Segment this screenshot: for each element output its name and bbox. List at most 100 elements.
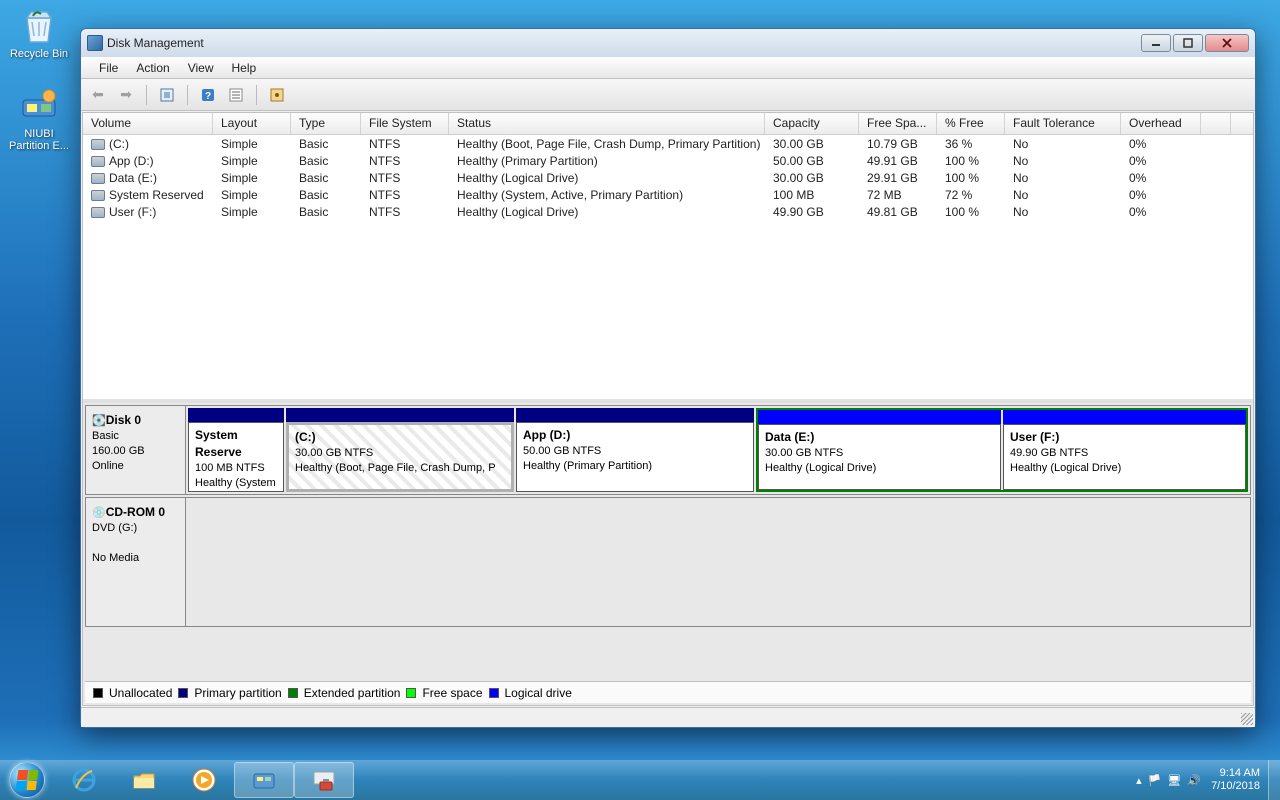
- col-spare[interactable]: [1201, 113, 1231, 134]
- toolbar-separator: [256, 85, 257, 105]
- desktop-icons: Recycle Bin NIUBI Partition E...: [4, 4, 74, 164]
- col-status[interactable]: Status: [449, 113, 765, 134]
- toolbar: ⬅ ➡ ?: [81, 79, 1255, 111]
- cdrom-row[interactable]: 💿CD-ROM 0 DVD (G:) No Media: [85, 497, 1251, 627]
- tray-time: 9:14 AM: [1211, 767, 1260, 780]
- disk-management-window: Disk Management File Action View Help ⬅ …: [80, 28, 1256, 728]
- tray-volume-icon[interactable]: 🔊: [1187, 774, 1201, 787]
- disk-0-row[interactable]: 💽Disk 0 Basic 160.00 GB Online System Re…: [85, 405, 1251, 495]
- toolbar-separator: [187, 85, 188, 105]
- forward-button[interactable]: ➡: [115, 84, 137, 106]
- refresh-button[interactable]: [156, 84, 178, 106]
- tray-chevron-up-icon[interactable]: ▴: [1136, 774, 1142, 787]
- taskbar-ie[interactable]: [54, 760, 114, 800]
- diskmgmt-icon: [250, 766, 278, 794]
- partition-user-f[interactable]: User (F:)49.90 GB NTFSHealthy (Logical D…: [1003, 410, 1246, 490]
- volume-row[interactable]: App (D:)SimpleBasicNTFSHealthy (Primary …: [83, 152, 1253, 169]
- taskbar-diskmgmt[interactable]: [234, 762, 294, 798]
- disk-map: 💽Disk 0 Basic 160.00 GB Online System Re…: [83, 403, 1253, 705]
- arrow-left-icon: ⬅: [92, 86, 104, 103]
- tray-clock[interactable]: 9:14 AM 7/10/2018: [1207, 767, 1260, 793]
- list-icon: [228, 87, 244, 103]
- tray-flag-icon[interactable]: 🏳️: [1148, 774, 1162, 787]
- maximize-button[interactable]: [1173, 34, 1203, 52]
- taskbar: ▴ 🏳️ 🖥 🔊 9:14 AM 7/10/2018: [0, 760, 1280, 800]
- drive-icon: [91, 207, 105, 218]
- volume-row[interactable]: Data (E:)SimpleBasicNTFSHealthy (Logical…: [83, 169, 1253, 186]
- cdrom-icon: 💿: [92, 507, 106, 519]
- close-button[interactable]: [1205, 34, 1249, 52]
- legend-swatch-free: [406, 688, 416, 698]
- properties-button[interactable]: [225, 84, 247, 106]
- start-button[interactable]: [0, 760, 54, 800]
- col-pct[interactable]: % Free: [937, 113, 1005, 134]
- cdrom-label: 💿CD-ROM 0 DVD (G:) No Media: [86, 498, 186, 626]
- menu-view[interactable]: View: [180, 59, 222, 77]
- col-type[interactable]: Type: [291, 113, 361, 134]
- volume-list[interactable]: Volume Layout Type File System Status Ca…: [83, 113, 1253, 403]
- menu-file[interactable]: File: [91, 59, 126, 77]
- col-capacity[interactable]: Capacity: [765, 113, 859, 134]
- col-volume[interactable]: Volume: [83, 113, 213, 134]
- menubar: File Action View Help: [81, 57, 1255, 79]
- partition-header: [188, 408, 284, 422]
- settings-button[interactable]: [266, 84, 288, 106]
- partition-system-reserved[interactable]: System Reserve100 MB NTFSHealthy (System: [188, 408, 284, 492]
- content-area: Volume Layout Type File System Status Ca…: [82, 112, 1254, 706]
- legend-swatch-primary: [178, 688, 188, 698]
- menu-action[interactable]: Action: [128, 59, 177, 77]
- folder-icon: [130, 766, 158, 794]
- col-layout[interactable]: Layout: [213, 113, 291, 134]
- disk-icon: 💽: [92, 415, 106, 427]
- partition-header: [286, 408, 514, 422]
- tray-network-icon[interactable]: 🖥: [1167, 774, 1181, 787]
- extended-partition: Data (E:)30.00 GB NTFSHealthy (Logical D…: [756, 408, 1248, 492]
- volume-row[interactable]: User (F:)SimpleBasicNTFSHealthy (Logical…: [83, 203, 1253, 220]
- gear-icon: [269, 87, 285, 103]
- volume-row[interactable]: System ReservedSimpleBasicNTFSHealthy (S…: [83, 186, 1253, 203]
- partition-header: [1003, 410, 1246, 424]
- drive-icon: [91, 173, 105, 184]
- refresh-icon: [159, 87, 175, 103]
- partition-header: [516, 408, 754, 422]
- taskbar-explorer[interactable]: [114, 760, 174, 800]
- desktop-icon-niubi[interactable]: NIUBI Partition E...: [4, 84, 74, 154]
- taskbar-niubi[interactable]: [294, 762, 354, 798]
- legend: Unallocated Primary partition Extended p…: [85, 681, 1251, 703]
- menu-help[interactable]: Help: [224, 59, 265, 77]
- back-button[interactable]: ⬅: [87, 84, 109, 106]
- legend-swatch-unallocated: [93, 688, 103, 698]
- taskbar-wmplayer[interactable]: [174, 760, 234, 800]
- help-button[interactable]: ?: [197, 84, 219, 106]
- legend-swatch-logical: [489, 688, 499, 698]
- app-icon: [87, 35, 103, 51]
- tray-date: 7/10/2018: [1211, 780, 1260, 793]
- toolbar-separator: [146, 85, 147, 105]
- arrow-right-icon: ➡: [120, 86, 132, 103]
- col-fs[interactable]: File System: [361, 113, 449, 134]
- col-oh[interactable]: Overhead: [1121, 113, 1201, 134]
- niubi-icon: [19, 86, 59, 126]
- drive-icon: [91, 156, 105, 167]
- disk-0-label: 💽Disk 0 Basic 160.00 GB Online: [86, 406, 186, 494]
- disk-0-partitions: System Reserve100 MB NTFSHealthy (System…: [186, 406, 1250, 494]
- drive-icon: [91, 190, 105, 201]
- desktop-icon-recycle-bin[interactable]: Recycle Bin: [4, 4, 74, 74]
- partition-app-d[interactable]: App (D:)50.00 GB NTFSHealthy (Primary Pa…: [516, 408, 754, 492]
- statusbar: [81, 707, 1255, 727]
- window-title: Disk Management: [107, 36, 204, 50]
- partition-c[interactable]: (C:)30.00 GB NTFSHealthy (Boot, Page Fil…: [286, 408, 514, 492]
- titlebar[interactable]: Disk Management: [81, 29, 1255, 57]
- partition-data-e[interactable]: Data (E:)30.00 GB NTFSHealthy (Logical D…: [758, 410, 1001, 490]
- col-ft[interactable]: Fault Tolerance: [1005, 113, 1121, 134]
- show-desktop-button[interactable]: [1268, 760, 1280, 800]
- col-free[interactable]: Free Spa...: [859, 113, 937, 134]
- desktop-icon-label: NIUBI Partition E...: [6, 128, 72, 152]
- help-icon: ?: [200, 87, 216, 103]
- cdrom-partitions: [186, 498, 1250, 626]
- svg-text:?: ?: [205, 91, 211, 102]
- minimize-button[interactable]: [1141, 34, 1171, 52]
- volume-row[interactable]: (C:)SimpleBasicNTFSHealthy (Boot, Page F…: [83, 135, 1253, 152]
- system-tray: ▴ 🏳️ 🖥 🔊 9:14 AM 7/10/2018: [1132, 760, 1268, 800]
- wmp-icon: [190, 766, 218, 794]
